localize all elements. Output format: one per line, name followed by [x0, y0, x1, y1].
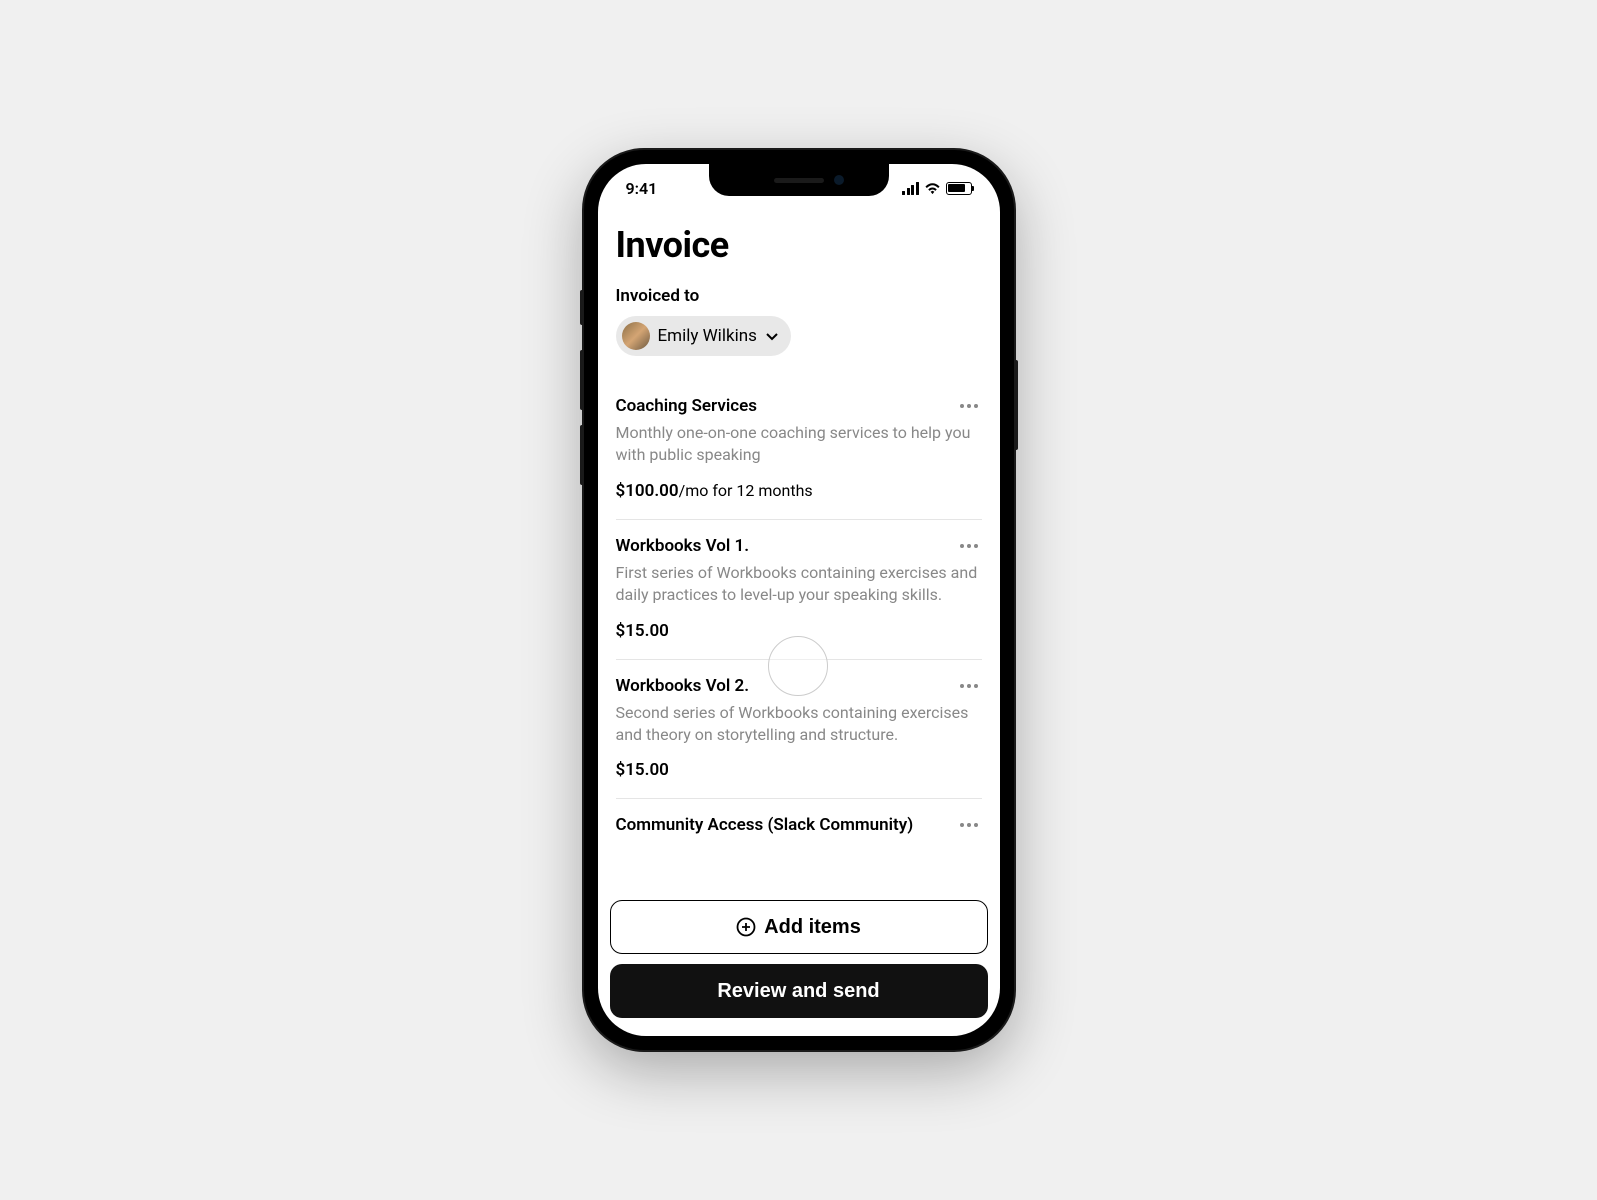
invoice-item: Workbooks Vol 1. First series of Workboo… — [616, 520, 982, 660]
item-title: Workbooks Vol 2. — [616, 676, 750, 696]
invoice-item: Workbooks Vol 2. Second series of Workbo… — [616, 660, 982, 800]
page-content: Invoice Invoiced to Emily Wilkins Coachi… — [598, 212, 1000, 1036]
bottom-actions: Add items Review and send — [610, 890, 988, 1018]
phone-mute-switch — [580, 290, 584, 325]
status-indicators — [902, 182, 972, 195]
item-description: First series of Workbooks containing exe… — [616, 562, 982, 607]
invoice-item: Community Access (Slack Community) — [616, 799, 982, 859]
item-price: $100.00 — [616, 481, 679, 501]
item-more-button[interactable] — [956, 680, 982, 692]
phone-screen: 9:41 Invoice Invoiced to Emily Wilkins — [598, 164, 1000, 1036]
status-time: 9:41 — [626, 179, 658, 198]
signal-icon — [902, 182, 919, 195]
item-title: Coaching Services — [616, 396, 758, 416]
item-title: Community Access (Slack Community) — [616, 815, 914, 835]
plus-circle-icon — [736, 917, 756, 937]
invoiced-to-label: Invoiced to — [616, 286, 982, 306]
phone-device-frame: 9:41 Invoice Invoiced to Emily Wilkins — [584, 150, 1014, 1050]
item-more-button[interactable] — [956, 540, 982, 552]
invoice-item: Coaching Services Monthly one-on-one coa… — [616, 396, 982, 520]
invoice-items-list: Coaching Services Monthly one-on-one coa… — [616, 396, 982, 859]
phone-notch — [709, 164, 889, 196]
review-send-button[interactable]: Review and send — [610, 964, 988, 1018]
item-price-row: $15.00 — [616, 621, 982, 641]
battery-icon — [946, 182, 972, 195]
item-more-button[interactable] — [956, 400, 982, 412]
item-title: Workbooks Vol 1. — [616, 536, 750, 556]
wifi-icon — [924, 182, 941, 195]
review-send-label: Review and send — [717, 980, 879, 1003]
item-price: $15.00 — [616, 621, 669, 641]
phone-power-button — [1014, 360, 1018, 450]
item-more-button[interactable] — [956, 819, 982, 831]
item-price-row: $100.00/mo for 12 months — [616, 481, 982, 501]
recipient-selector[interactable]: Emily Wilkins — [616, 316, 791, 356]
item-description: Monthly one-on-one coaching services to … — [616, 422, 982, 467]
phone-volume-down — [580, 425, 584, 485]
item-description: Second series of Workbooks containing ex… — [616, 702, 982, 747]
recipient-name: Emily Wilkins — [658, 326, 757, 346]
add-items-label: Add items — [764, 916, 861, 939]
add-items-button[interactable]: Add items — [610, 900, 988, 954]
page-title: Invoice — [616, 224, 982, 266]
item-price-suffix: /mo for 12 months — [679, 481, 813, 500]
avatar — [622, 322, 650, 350]
chevron-down-icon — [765, 329, 779, 343]
item-price: $15.00 — [616, 760, 669, 780]
phone-volume-up — [580, 350, 584, 410]
item-price-row: $15.00 — [616, 760, 982, 780]
